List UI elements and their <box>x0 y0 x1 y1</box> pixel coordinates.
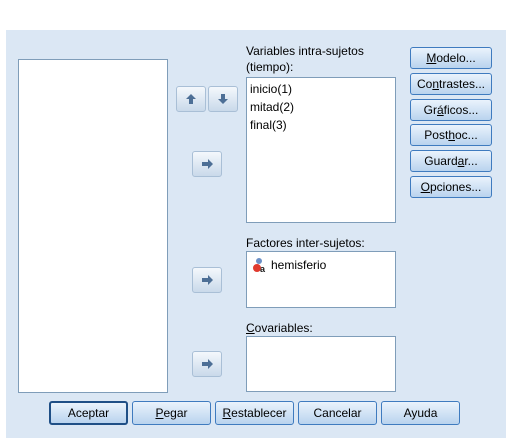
mnemonic: R <box>222 406 232 420</box>
covariates-label: Covariables: <box>246 321 313 335</box>
nominal-variable-icon: a <box>253 258 266 273</box>
ok-button[interactable]: Aceptar <box>49 401 128 425</box>
mnemonic: P <box>155 406 164 420</box>
within-subjects-label: Variables intra-sujetos <box>246 44 364 58</box>
within-subjects-list[interactable]: inicio(1) mitad(2) final(3) <box>246 77 396 223</box>
label-rest: oc... <box>455 128 478 142</box>
save-button[interactable]: Guard a r... <box>410 150 492 172</box>
arrow-right-icon <box>201 359 213 369</box>
between-subjects-list[interactable]: a hemisferio <box>246 251 396 308</box>
cancel-button[interactable]: Cancelar <box>298 401 377 425</box>
mnemonic: a <box>457 154 465 168</box>
contrasts-button[interactable]: Co n trastes... <box>410 73 492 95</box>
label-pre: Co <box>416 77 433 91</box>
label-rest: ficos... <box>443 103 479 117</box>
mnemonic: h <box>448 128 455 142</box>
label-pre: Guard <box>424 154 458 168</box>
list-item-label: hemisferio <box>271 258 327 272</box>
mnemonic: C <box>246 321 255 335</box>
paste-button[interactable]: Pegar <box>132 401 211 425</box>
move-up-button[interactable] <box>176 86 206 112</box>
help-button[interactable]: Ayuda <box>381 401 460 425</box>
move-down-button[interactable] <box>208 86 238 112</box>
arrow-up-icon <box>186 94 196 104</box>
label-rest: pciones... <box>429 180 482 194</box>
label-rest: odelo... <box>436 51 476 65</box>
svg-text:a: a <box>260 264 266 273</box>
label-rest: r... <box>464 154 478 168</box>
list-item-mitad[interactable]: mitad(2) <box>250 100 294 114</box>
covariates-list[interactable] <box>246 336 396 392</box>
reset-button[interactable]: Restablecer <box>215 401 294 425</box>
label-rest: ovariables: <box>254 321 313 335</box>
list-item-inicio[interactable]: inicio(1) <box>250 82 292 96</box>
move-to-within-subjects-button[interactable] <box>192 151 222 177</box>
list-item-hemisferio[interactable]: a hemisferio <box>252 257 326 273</box>
mnemonic: á <box>436 103 444 117</box>
list-item-final[interactable]: final(3) <box>250 118 287 132</box>
label-pre: Post <box>424 128 449 142</box>
arrow-right-icon <box>201 275 213 285</box>
between-subjects-label: Factores inter-sujetos: <box>246 236 365 250</box>
label-rest: trastes... <box>439 77 486 91</box>
post-hoc-button[interactable]: Post h oc... <box>410 124 492 146</box>
model-button[interactable]: Modelo... <box>410 47 492 69</box>
arrow-down-icon <box>218 94 228 104</box>
source-variable-list[interactable] <box>18 59 168 393</box>
options-button[interactable]: Opciones... <box>410 176 492 198</box>
within-subjects-sublabel: (tiempo): <box>246 60 294 74</box>
plots-button[interactable]: Gr á ficos... <box>410 99 492 121</box>
mnemonic: O <box>420 180 430 194</box>
mnemonic: n <box>432 77 439 91</box>
move-to-covariates-button[interactable] <box>192 351 222 377</box>
mnemonic: M <box>426 51 437 65</box>
label-rest: egar <box>163 406 188 420</box>
move-to-between-subjects-button[interactable] <box>192 267 222 293</box>
label-rest: establecer <box>231 406 287 420</box>
label-pre: Gr <box>423 103 437 117</box>
arrow-right-icon <box>201 159 213 169</box>
repeated-measures-dialog: Variables intra-sujetos (tiempo): inicio… <box>6 30 506 438</box>
